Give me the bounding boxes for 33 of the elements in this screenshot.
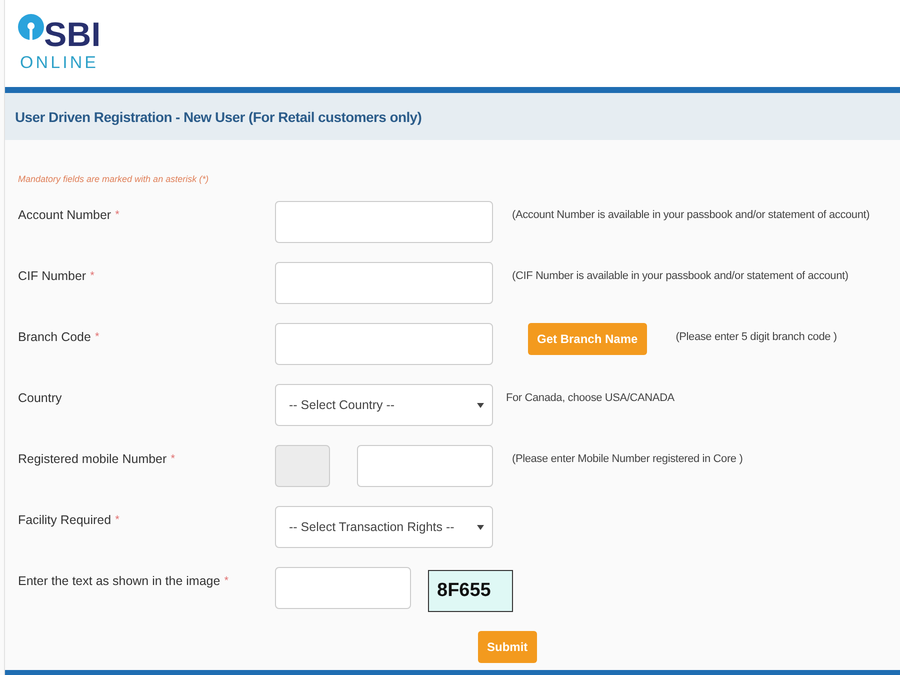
- captcha-input[interactable]: [275, 567, 411, 609]
- caret-down-icon: [477, 402, 484, 408]
- field-label: Country: [18, 390, 62, 406]
- mandatory-note: Mandatory fields are marked with an asterisk (*): [18, 173, 209, 185]
- text-input[interactable]: [275, 262, 493, 304]
- dropdown-select[interactable]: -- Select Transaction Rights --: [275, 506, 493, 548]
- page-title: User Driven Registration - New User (For Retail customers only): [15, 108, 422, 124]
- field-label: Enter the text as shown in the image: [18, 573, 220, 589]
- required-asterisk: *: [115, 208, 120, 223]
- field-label: Registered mobile Number: [18, 451, 167, 467]
- help-text: For Canada, choose USA/CANADA: [506, 391, 674, 406]
- field-label: Facility Required: [18, 512, 112, 528]
- captcha-code: 8F655: [428, 570, 513, 612]
- required-asterisk: *: [90, 269, 94, 284]
- required-asterisk: *: [170, 452, 175, 467]
- mobile-number-field[interactable]: [357, 445, 493, 487]
- field-label: CIF Number: [18, 268, 86, 284]
- caret-down-icon: [477, 524, 484, 530]
- help-text: (Please enter 5 digit branch code ): [676, 330, 837, 345]
- keyhole-circle-icon: [18, 14, 44, 40]
- required-asterisk: *: [224, 574, 228, 589]
- logo-brand: SBI: [44, 16, 101, 54]
- logo-tagline: ONLINE: [20, 53, 96, 72]
- help-text: (Account Number is available in your passbook and/or statement of account): [512, 208, 870, 223]
- required-asterisk: *: [115, 513, 120, 528]
- field-label: Account Number: [18, 207, 112, 223]
- field-label: Branch Code: [18, 329, 91, 345]
- text-input[interactable]: [275, 323, 493, 365]
- help-text: (CIF Number is available in your passbook and/or statement of account): [512, 269, 848, 284]
- text-input[interactable]: [275, 201, 493, 243]
- help-text: (Please enter Mobile Number registered in Core ): [512, 452, 743, 467]
- dropdown-select[interactable]: -- Select Country --: [275, 384, 493, 426]
- required-asterisk: *: [94, 330, 100, 345]
